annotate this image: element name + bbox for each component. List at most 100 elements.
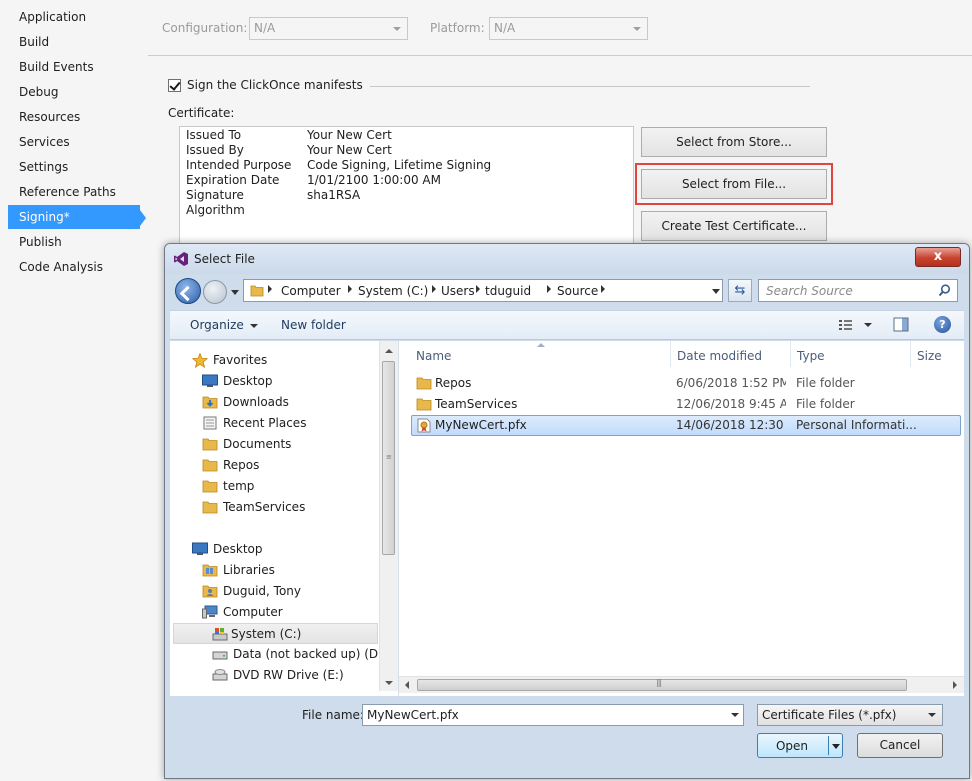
column-header-type[interactable]: Type	[797, 349, 825, 363]
column-separator	[670, 341, 671, 367]
recent-locations-dropdown[interactable]	[231, 290, 239, 295]
sidebar-item-debug[interactable]: Debug	[8, 80, 140, 104]
nav-item-computer[interactable]: Computer	[202, 602, 372, 623]
scroll-right-icon[interactable]	[953, 681, 957, 689]
nav-item-documents[interactable]: Documents	[202, 434, 372, 455]
file-row-selected[interactable]: MyNewCert.pfx 14/06/2018 12:30 ... Perso…	[411, 415, 961, 436]
configuration-combo[interactable]: N/A	[249, 17, 408, 40]
nav-item-system-c[interactable]: System (C:)	[173, 623, 378, 644]
breadcrumb-source[interactable]: Source	[557, 284, 598, 298]
cert-detail-value: 1/01/2100 1:00:00 AM	[307, 173, 441, 187]
sidebar-item-resources[interactable]: Resources	[8, 105, 140, 129]
file-list-scrollbar[interactable]: |||	[399, 676, 964, 693]
help-icon[interactable]: ?	[934, 316, 951, 333]
user-folder-icon	[202, 585, 218, 598]
refresh-button[interactable]: ⇆	[728, 279, 752, 302]
nav-item-label: Duguid, Tony	[223, 584, 301, 598]
breadcrumb-separator-icon	[432, 285, 436, 293]
scroll-down-icon[interactable]	[385, 681, 393, 685]
computer-icon	[202, 605, 218, 619]
nav-item-recent-places[interactable]: Recent Places	[202, 413, 372, 434]
view-options-icon[interactable]	[838, 319, 854, 331]
breadcrumb-users[interactable]: Users	[441, 284, 475, 298]
nav-item-desktop[interactable]: Desktop	[202, 371, 372, 392]
configuration-bar: Configuration: N/A Platform: N/A	[148, 0, 972, 56]
nav-item-user[interactable]: Duguid, Tony	[202, 581, 372, 602]
platform-combo[interactable]: N/A	[489, 17, 648, 40]
nav-item-label: System (C:)	[231, 627, 302, 641]
chevron-down-icon[interactable]	[864, 323, 872, 327]
sidebar-item-signing[interactable]: Signing*	[8, 205, 140, 229]
nav-item-temp[interactable]: temp	[202, 476, 372, 497]
column-header-name[interactable]: Name	[416, 349, 451, 363]
nav-item-teamservices[interactable]: TeamServices	[202, 497, 372, 518]
breadcrumb-tduguid[interactable]: tduguid	[485, 284, 531, 298]
open-button[interactable]: Open	[757, 733, 843, 758]
search-icon	[938, 284, 951, 297]
nav-item-favorites[interactable]: Favorites	[192, 350, 372, 371]
file-name-input[interactable]: MyNewCert.pfx	[362, 704, 744, 726]
back-button[interactable]	[175, 278, 201, 304]
organize-button[interactable]: Organize	[190, 318, 258, 332]
file-row[interactable]: TeamServices 12/06/2018 9:45 AM File fol…	[411, 394, 961, 415]
cert-detail-value: Code Signing, Lifetime Signing	[307, 158, 492, 172]
column-separator	[910, 341, 911, 367]
certificate-file-icon	[417, 418, 431, 433]
section-divider	[370, 86, 810, 87]
configuration-label: Configuration:	[162, 21, 248, 35]
downloads-icon	[202, 396, 218, 409]
file-row[interactable]: Repos 6/06/2018 1:52 PM File folder	[411, 373, 961, 394]
nav-item-label: Downloads	[223, 395, 289, 409]
sidebar-item-code-analysis[interactable]: Code Analysis	[8, 255, 140, 279]
nav-item-data-d[interactable]: Data (not backed up) (D:)	[212, 644, 387, 665]
sidebar-item-publish[interactable]: Publish	[8, 230, 140, 254]
folder-icon	[416, 377, 432, 390]
scrollbar-thumb[interactable]: ≡	[382, 361, 395, 555]
refresh-icon: ⇆	[734, 283, 746, 298]
scroll-left-icon[interactable]	[405, 681, 409, 689]
navigation-scrollbar[interactable]: ≡	[379, 341, 398, 691]
sidebar-item-application[interactable]: Application	[8, 5, 140, 29]
close-icon: x	[933, 249, 943, 264]
nav-item-repos[interactable]: Repos	[202, 455, 372, 476]
nav-item-downloads[interactable]: Downloads	[202, 392, 372, 413]
forward-button[interactable]	[203, 280, 227, 304]
file-type-filter[interactable]: Certificate Files (*.pfx)	[757, 704, 943, 726]
column-header-size[interactable]: Size	[917, 349, 942, 363]
breadcrumb-system-c[interactable]: System (C:)	[358, 284, 428, 298]
libraries-icon	[202, 564, 218, 577]
dialog-toolbar: Organize New folder ?	[170, 310, 964, 340]
file-type-filter-value: Certificate Files (*.pfx)	[762, 708, 897, 722]
folder-icon	[202, 480, 218, 493]
address-bar[interactable]: Computer System (C:) Users tduguid Sourc…	[243, 279, 723, 302]
select-from-store-button[interactable]: Select from Store...	[641, 127, 827, 157]
system-drive-icon	[212, 628, 228, 641]
file-list-pane: Name Date modified Type Size Repos 6/06/…	[399, 341, 964, 696]
search-input[interactable]: Search Source	[758, 279, 958, 302]
nav-item-desktop-root[interactable]: Desktop	[192, 539, 372, 560]
sidebar-item-build[interactable]: Build	[8, 30, 140, 54]
cancel-button[interactable]: Cancel	[857, 733, 943, 758]
preview-pane-icon[interactable]	[893, 317, 909, 332]
nav-item-libraries[interactable]: Libraries	[202, 560, 372, 581]
scrollbar-thumb[interactable]: |||	[417, 678, 907, 691]
chevron-down-icon[interactable]	[832, 744, 840, 749]
new-folder-button[interactable]: New folder	[281, 318, 346, 332]
sort-ascending-icon	[537, 343, 545, 347]
chevron-down-icon[interactable]	[712, 289, 720, 294]
sidebar-item-reference-paths[interactable]: Reference Paths	[8, 180, 140, 204]
desktop-icon	[192, 542, 208, 555]
close-button[interactable]: x	[915, 247, 961, 267]
sign-manifests-checkbox[interactable]	[168, 79, 181, 92]
create-test-certificate-button[interactable]: Create Test Certificate...	[641, 211, 827, 241]
sidebar-item-services[interactable]: Services	[8, 130, 140, 154]
column-header-date-modified[interactable]: Date modified	[677, 349, 762, 363]
scroll-up-icon[interactable]	[385, 349, 393, 353]
sidebar-item-settings[interactable]: Settings	[8, 155, 140, 179]
file-date: 12/06/2018 9:45 AM	[676, 397, 786, 411]
cert-detail-value: Your New Cert	[307, 143, 392, 157]
sidebar-item-build-events[interactable]: Build Events	[8, 55, 140, 79]
breadcrumb-computer[interactable]: Computer	[281, 284, 341, 298]
chevron-down-icon[interactable]	[731, 713, 739, 717]
nav-item-dvd-e[interactable]: DVD RW Drive (E:)	[212, 665, 372, 686]
